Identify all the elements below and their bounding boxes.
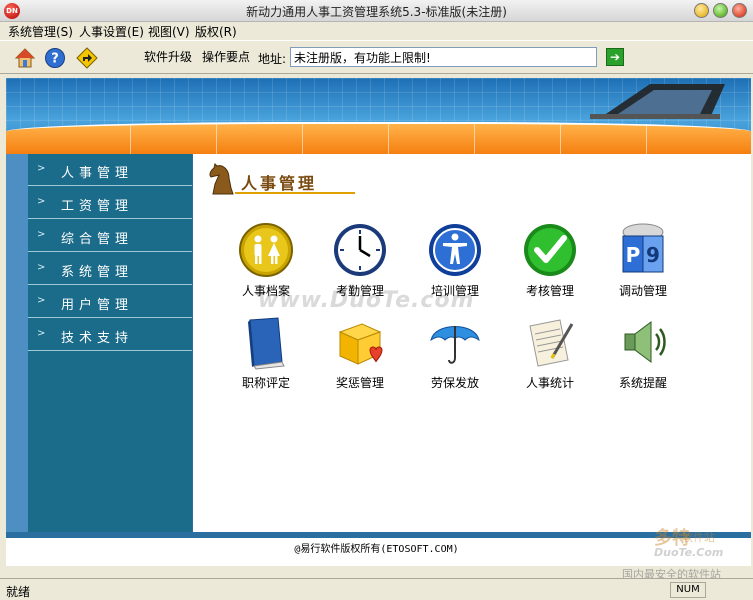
- sidebar-item-label: 综合管理: [61, 232, 134, 247]
- chevron-right-icon: >: [37, 163, 46, 174]
- address-input[interactable]: [290, 47, 597, 67]
- tile-label: 调动管理: [618, 284, 667, 298]
- window-title: 新动力通用人事工资管理系统5.3-标准版(未注册): [246, 5, 507, 19]
- svg-text:?: ?: [51, 52, 59, 67]
- sidebar-item-salary[interactable]: > 工资管理: [28, 187, 192, 219]
- umbrella-icon: [430, 326, 480, 364]
- menu-personnel-settings[interactable]: 人事设置(E): [79, 23, 144, 40]
- status-text: 就绪: [6, 585, 31, 599]
- chevron-right-icon: >: [37, 229, 46, 240]
- banner-divider: [216, 124, 217, 154]
- watermark-logo: 多特 软件站 DuoTe.Com 国内最安全的软件站: [622, 522, 752, 582]
- num-lock-indicator: NUM: [670, 582, 706, 598]
- chess-knight-icon: [209, 163, 234, 195]
- sidebar-item-label: 技术支持: [61, 331, 134, 346]
- document-pen-icon: [529, 319, 574, 367]
- banner-divider: [388, 124, 389, 154]
- checkmark-icon: [524, 224, 576, 276]
- sidebar-item-users[interactable]: > 用户管理: [28, 286, 192, 318]
- banner-divider: [302, 124, 303, 154]
- laptop-graphic: [590, 84, 725, 119]
- menu-view[interactable]: 视图(V): [148, 23, 190, 40]
- tile-training[interactable]: 培训管理: [420, 222, 490, 308]
- arrow-right-icon: ➔: [609, 50, 621, 64]
- sidebar-item-label: 用户管理: [61, 298, 134, 313]
- menu-bar: 系统管理(S) 人事设置(E) 视图(V) 版权(R): [0, 22, 753, 40]
- tile-label: 系统提醒: [618, 376, 667, 390]
- chevron-right-icon: >: [37, 328, 46, 339]
- tile-label: 劳保发放: [430, 376, 479, 390]
- tile-label: 培训管理: [430, 284, 479, 298]
- sidebar-item-system[interactable]: > 系统管理: [28, 253, 192, 285]
- banner-divider: [474, 124, 475, 154]
- speaker-icon: [624, 321, 666, 363]
- tile-label: 考核管理: [525, 284, 574, 298]
- address-label: 地址:: [258, 52, 287, 66]
- title-bar: DN 新动力通用人事工资管理系统5.3-标准版(未注册): [0, 0, 753, 22]
- left-strip: [6, 154, 28, 532]
- minimize-button[interactable]: [694, 3, 709, 18]
- menu-copyright[interactable]: 版权(R): [195, 23, 237, 40]
- transfer-faces-icon: P 9: [622, 223, 664, 273]
- tips-button[interactable]: 操作要点: [196, 47, 256, 67]
- tile-system-reminder[interactable]: 系统提醒: [608, 314, 678, 400]
- restroom-people-icon: [239, 223, 293, 277]
- chevron-right-icon: >: [37, 295, 46, 306]
- tile-label: 职称评定: [241, 376, 290, 390]
- tile-label: 考勤管理: [335, 284, 384, 298]
- gift-box-heart-icon: [338, 323, 383, 365]
- forward-icon[interactable]: [76, 47, 98, 69]
- sidebar: > 人事管理 > 工资管理 > 综合管理 > 系统管理 > 用户管理 > 技术支…: [28, 154, 192, 532]
- sidebar-item-label: 人事管理: [61, 166, 134, 181]
- tile-personnel-files[interactable]: 人事档案: [231, 222, 301, 308]
- watermark-tag: 软件站: [682, 531, 715, 544]
- menu-system[interactable]: 系统管理(S): [8, 23, 73, 40]
- svg-text:9: 9: [646, 243, 660, 267]
- sidebar-item-label: 系统管理: [61, 265, 134, 280]
- banner-orange-strip: [6, 122, 751, 154]
- accessibility-person-icon: [429, 224, 481, 276]
- tile-title-evaluation[interactable]: 职称评定: [231, 314, 301, 400]
- tile-evaluation[interactable]: 考核管理: [515, 222, 585, 308]
- sidebar-item-general[interactable]: > 综合管理: [28, 220, 192, 252]
- close-button[interactable]: [732, 3, 747, 18]
- sidebar-item-personnel[interactable]: > 人事管理: [28, 154, 192, 186]
- maximize-button[interactable]: [713, 3, 728, 18]
- sidebar-item-support[interactable]: > 技术支持: [28, 319, 192, 351]
- watermark-domain: DuoTe.Com: [654, 546, 724, 559]
- banner-divider: [646, 124, 647, 154]
- svg-text:P: P: [626, 243, 641, 267]
- chevron-right-icon: >: [37, 262, 46, 273]
- tile-label: 人事档案: [241, 284, 290, 298]
- tile-label: 奖惩管理: [335, 376, 384, 390]
- banner-divider: [560, 124, 561, 154]
- section-title: 人事管理: [241, 174, 318, 193]
- upgrade-button[interactable]: 软件升级: [138, 47, 198, 67]
- go-button[interactable]: ➔: [606, 48, 624, 66]
- tile-label: 人事统计: [525, 376, 574, 390]
- section-underline: [235, 192, 355, 194]
- tile-attendance[interactable]: 考勤管理: [325, 222, 395, 308]
- tile-labor-insurance[interactable]: 劳保发放: [420, 314, 490, 400]
- sidebar-item-label: 工资管理: [61, 199, 134, 214]
- help-icon[interactable]: ?: [44, 47, 66, 69]
- clock-icon: [334, 224, 386, 276]
- tile-transfer[interactable]: P 9 调动管理: [608, 222, 678, 308]
- toolbar: ? 软件升级 操作要点 地址: ➔: [0, 40, 753, 74]
- home-icon[interactable]: [14, 47, 36, 69]
- banner-divider: [130, 124, 131, 154]
- section-header: 人事管理: [205, 160, 365, 198]
- tile-statistics[interactable]: 人事统计: [515, 314, 585, 400]
- chevron-right-icon: >: [37, 196, 46, 207]
- tile-rewards[interactable]: 奖惩管理: [325, 314, 395, 400]
- book-icon: [248, 317, 285, 370]
- status-bar: 就绪 NUM: [0, 578, 753, 600]
